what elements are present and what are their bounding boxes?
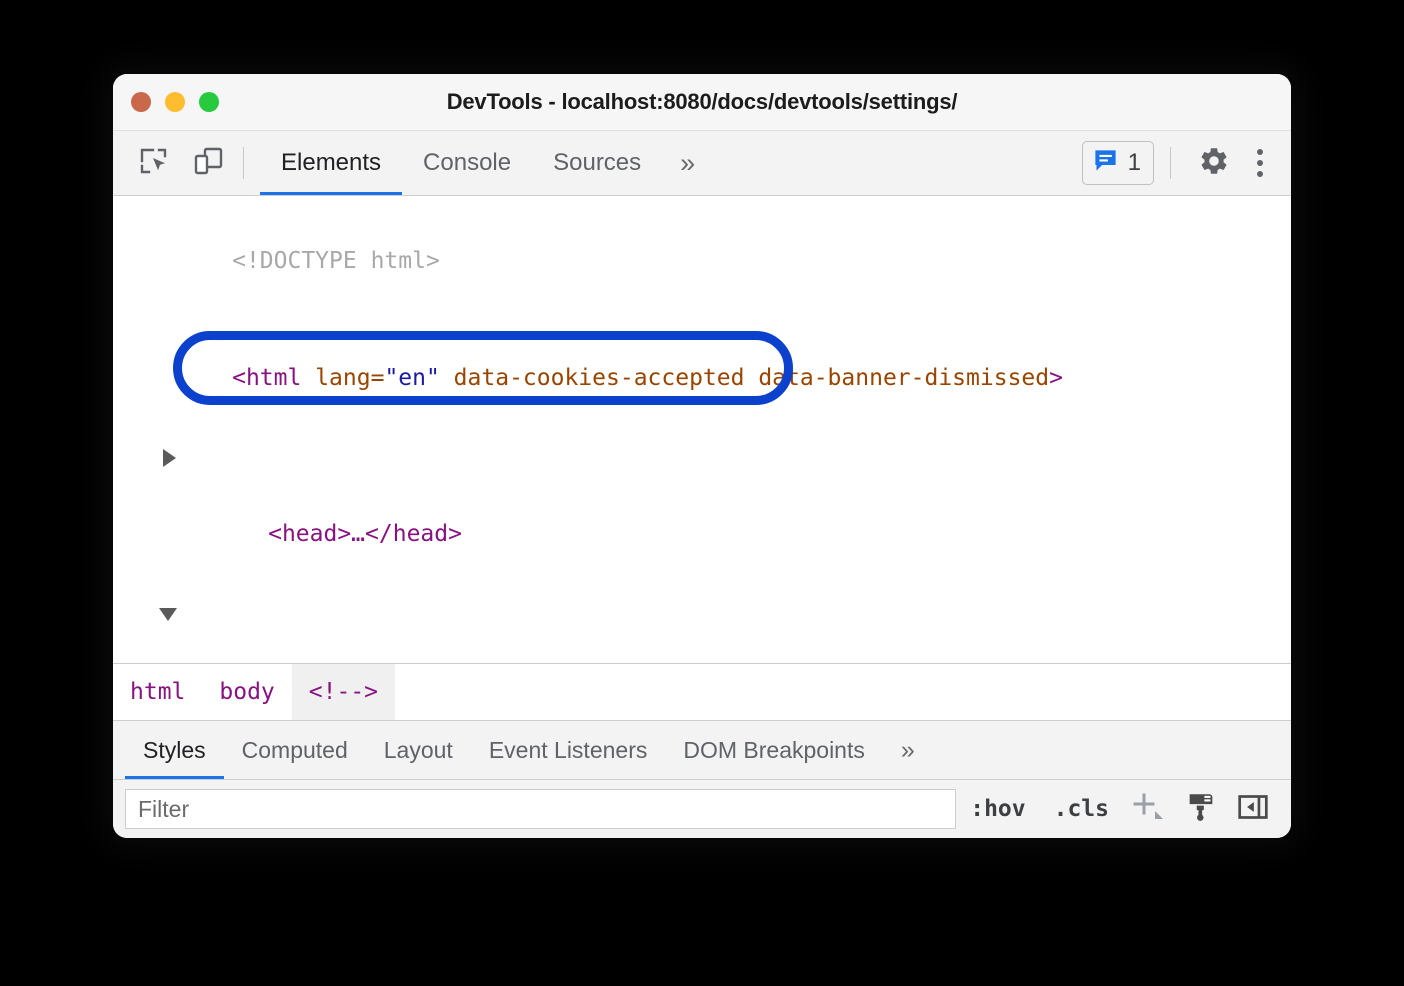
breadcrumb-item-comment[interactable]: <!-->: [292, 664, 395, 720]
dom-row-doctype[interactable]: <!DOCTYPE html>: [113, 203, 1291, 320]
chevron-double-right-icon: »: [680, 150, 695, 177]
print-media-button[interactable]: [1175, 787, 1227, 831]
breadcrumb-item-html-label: html: [130, 679, 185, 705]
toolbar-right-group: 1: [1082, 131, 1291, 195]
gear-icon: [1198, 145, 1230, 182]
minimize-button[interactable]: [165, 92, 185, 112]
toolbar-divider-right: [1170, 147, 1171, 179]
html-attr-lang: lang=: [301, 365, 384, 391]
more-sidebar-tabs-button[interactable]: »: [883, 721, 933, 779]
collapse-body-triangle-icon[interactable]: [159, 608, 177, 621]
dom-tree-panel[interactable]: <!DOCTYPE html> <html lang="en" data-coo…: [113, 196, 1291, 663]
search-input[interactable]: Filter: [125, 789, 956, 829]
tab-computed-label: Computed: [242, 737, 348, 764]
device-toolbar-button[interactable]: [181, 131, 235, 195]
tab-elements[interactable]: Elements: [260, 131, 402, 195]
breadcrumb-item-body[interactable]: body: [202, 664, 291, 720]
new-style-rule-button[interactable]: [1123, 787, 1175, 831]
head-row-text: <head>…</head>: [268, 521, 462, 547]
chevron-double-right-icon-sidebar: »: [901, 738, 915, 763]
panel-tab-list: Elements Console Sources »: [260, 131, 713, 195]
tab-event-listeners[interactable]: Event Listeners: [471, 721, 666, 779]
styles-filter-toolbar: Filter :hov .cls: [113, 779, 1291, 838]
tab-computed[interactable]: Computed: [224, 721, 366, 779]
toggle-element-state-button[interactable]: :hov: [956, 796, 1039, 822]
toggle-computed-sidebar-button[interactable]: [1227, 787, 1279, 831]
breadcrumb: html body <!-->: [113, 663, 1291, 720]
device-toolbar-icon: [192, 145, 224, 182]
tab-sources-label: Sources: [553, 149, 641, 177]
devtools-window: DevTools - localhost:8080/docs/devtools/…: [113, 74, 1291, 838]
breadcrumb-item-html[interactable]: html: [113, 664, 202, 720]
toolbar-divider: [243, 147, 244, 179]
tab-layout[interactable]: Layout: [366, 721, 471, 779]
tab-elements-label: Elements: [281, 149, 381, 177]
inspect-element-icon: [138, 145, 170, 182]
devtools-main-toolbar: Elements Console Sources »: [113, 131, 1291, 196]
html-open-tag: <html: [232, 365, 301, 391]
more-options-icon: [1257, 149, 1263, 155]
zoom-button[interactable]: [199, 92, 219, 112]
filter-placeholder: Filter: [138, 796, 189, 823]
html-attr-banner-dismissed: data-banner-dismissed: [744, 365, 1049, 391]
toggle-class-button[interactable]: .cls: [1040, 796, 1123, 822]
hov-label: :hov: [970, 796, 1025, 822]
window-titlebar: DevTools - localhost:8080/docs/devtools/…: [113, 74, 1291, 131]
styles-sidebar-tab-list: Styles Computed Layout Event Listeners D…: [113, 720, 1291, 779]
dom-row-html[interactable]: <html lang="en" data-cookies-accepted da…: [113, 320, 1291, 437]
more-panels-button[interactable]: »: [662, 131, 713, 195]
doctype-text: <!DOCTYPE html>: [232, 248, 440, 274]
tab-styles[interactable]: Styles: [125, 721, 224, 779]
more-options-icon-dot2: [1257, 160, 1263, 166]
window-controls: [131, 92, 219, 112]
html-attr-cookies-accepted: data-cookies-accepted: [440, 365, 745, 391]
breadcrumb-item-comment-label: <!-->: [309, 679, 378, 705]
inspect-element-button[interactable]: [127, 131, 181, 195]
window-title: DevTools - localhost:8080/docs/devtools/…: [113, 89, 1291, 115]
plus-new-style-rule-icon: [1130, 790, 1168, 829]
tab-styles-label: Styles: [143, 737, 206, 764]
tab-layout-label: Layout: [384, 737, 453, 764]
cls-label: .cls: [1054, 796, 1109, 822]
settings-button[interactable]: [1187, 145, 1241, 182]
paintbrush-print-media-icon: [1184, 790, 1218, 829]
more-options-icon-dot3: [1257, 171, 1263, 177]
toggle-computed-sidebar-icon: [1236, 790, 1270, 829]
tab-dom-breakpoints-label: DOM Breakpoints: [683, 737, 865, 764]
html-attr-lang-value: "en": [384, 365, 439, 391]
breadcrumb-item-body-label: body: [219, 679, 274, 705]
issues-speech-bubble-icon: [1092, 147, 1119, 179]
html-close-bracket: >: [1049, 365, 1063, 391]
issues-badge[interactable]: 1: [1082, 141, 1154, 185]
dom-row-body-open[interactable]: <body>: [113, 593, 1291, 663]
more-options-button[interactable]: [1241, 149, 1277, 177]
expand-head-triangle-icon[interactable]: [163, 449, 176, 467]
issues-count: 1: [1128, 149, 1141, 177]
tab-console[interactable]: Console: [402, 131, 532, 195]
tab-dom-breakpoints[interactable]: DOM Breakpoints: [665, 721, 883, 779]
tab-sources[interactable]: Sources: [532, 131, 662, 195]
close-button[interactable]: [131, 92, 151, 112]
tab-event-listeners-label: Event Listeners: [489, 737, 648, 764]
dom-row-head[interactable]: <head>…</head>: [113, 437, 1291, 593]
tab-console-label: Console: [423, 149, 511, 177]
